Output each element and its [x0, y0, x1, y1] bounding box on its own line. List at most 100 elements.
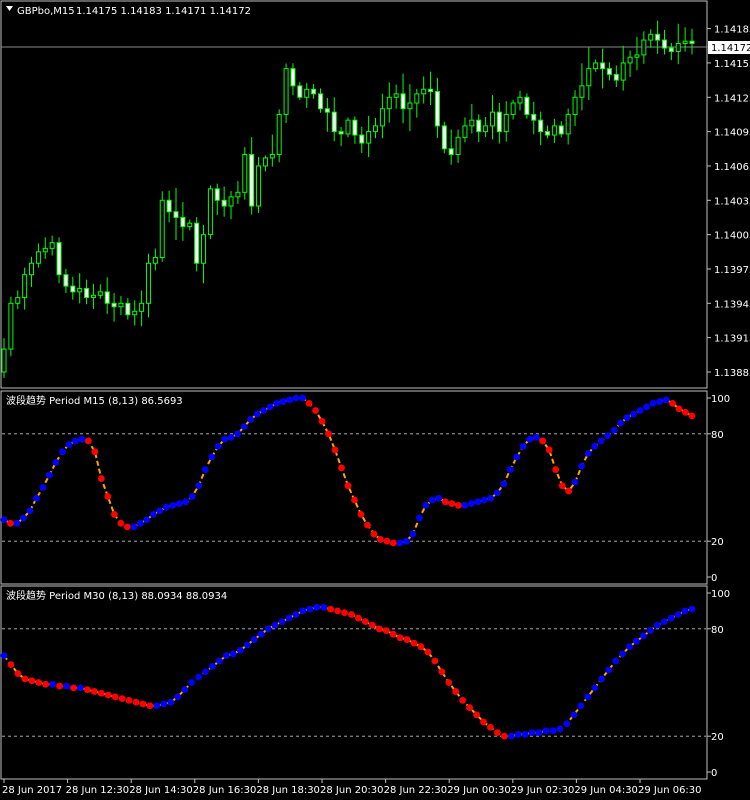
indicator-dot-up: [143, 516, 151, 524]
price-axis: 1.14185 1.14155 1.14125 1.14095 1.14065 1.140…: [707, 25, 750, 379]
candle-body-bull: [386, 96, 392, 110]
candle: [132, 300, 138, 326]
indicator-dot-up: [286, 396, 293, 404]
indicator-dot-up: [279, 398, 287, 405]
indicator-dot-down: [97, 689, 105, 697]
indicator-dot-down: [487, 723, 494, 731]
candle: [558, 121, 564, 138]
indicator-dot-up: [240, 423, 248, 431]
candle: [304, 82, 310, 108]
candle: [428, 71, 434, 105]
indicator-dot-up: [222, 652, 230, 660]
candle-body-bear: [668, 47, 674, 52]
indicator-dot-down: [42, 680, 50, 688]
indicator-dot-down: [682, 408, 689, 416]
candle-body-bull: [269, 154, 275, 159]
candle: [489, 95, 495, 140]
indicator-dot-up: [188, 493, 196, 500]
indicator-dot-up: [519, 442, 527, 450]
candle-body-bear: [331, 111, 337, 133]
candle: [593, 59, 599, 72]
indicator-dot-down: [351, 496, 358, 504]
indicator-dot-up: [195, 482, 203, 490]
indicator-dot-down: [104, 493, 112, 500]
candle: [359, 126, 365, 154]
candle: [400, 73, 406, 124]
indicator-dot-up: [563, 720, 571, 728]
candle: [524, 93, 530, 119]
candle-body-bull: [586, 68, 592, 87]
indicator-dot-up: [461, 502, 469, 509]
indicator-dot-up: [167, 698, 175, 706]
indicator-panel-m15[interactable]: 100 80 20 0 波段趋势 Period M15 (8,13) 86.5693: [0, 390, 730, 585]
indicator-dot-up: [216, 657, 223, 665]
time-tick-label: 29 Jun 04:30: [574, 785, 638, 796]
candle: [476, 114, 482, 143]
ohlc-readout: 1.14175 1.14183 1.14171 1.14172: [76, 6, 251, 17]
candle-body-bull: [118, 302, 124, 308]
indicator-dot-down: [396, 634, 404, 642]
indicator-dot-up: [528, 729, 536, 737]
price-tick-label: 1.14005: [714, 231, 750, 242]
indicator-dot-up: [229, 650, 237, 658]
candle: [145, 253, 151, 318]
candle: [682, 27, 688, 52]
indicator-dot-up: [633, 637, 640, 645]
indicator-dot-up: [65, 441, 73, 448]
candle: [290, 63, 296, 96]
candle: [538, 111, 544, 146]
candle: [510, 99, 516, 120]
candle-body-bull: [366, 131, 372, 144]
candle: [262, 155, 268, 172]
candle-body-bear: [400, 93, 406, 110]
indicator-dot-up: [500, 480, 508, 488]
candle: [235, 181, 241, 205]
price-tick-label: 1.13945: [714, 299, 750, 310]
indicator-dot-down: [389, 630, 397, 638]
candle: [545, 125, 551, 139]
indicator-dot-down: [382, 627, 390, 634]
candle: [469, 103, 475, 134]
indicator-panel-m15-frame: [0, 390, 708, 585]
indicator-panel-m30[interactable]: 100 80 20 0 波段趋势 Period M30 (8,13) 88.0934 …: [0, 585, 730, 780]
indicator-dot-up: [556, 725, 564, 733]
candle-body-bull: [641, 39, 647, 56]
indicator-dot-up: [409, 530, 417, 538]
dropdown-triangle-icon[interactable]: [6, 6, 13, 11]
candle-body-bull: [262, 157, 268, 167]
candle-body-bear: [63, 274, 69, 287]
price-tick-label: 1.14185: [714, 25, 750, 36]
indicator-dot-down: [28, 677, 36, 685]
candle-body-bear: [173, 211, 179, 218]
price-tick-label: 1.13915: [714, 334, 750, 345]
indicator-dot-down: [125, 697, 133, 704]
candle: [228, 191, 234, 220]
candle-body-bull: [242, 154, 248, 193]
indicator-m15-title: 波段趋势 Period M15 (8,13) 86.5693: [6, 394, 183, 407]
candle: [345, 117, 351, 138]
indicator-dot-down: [669, 399, 676, 407]
indicator-dot-up: [681, 607, 689, 615]
candle-body-bear: [111, 302, 117, 308]
indicator-dot-up: [63, 682, 70, 690]
candle: [531, 101, 537, 135]
indicator-dot-down: [117, 519, 125, 527]
candle-body-bull: [97, 291, 103, 296]
candle-body-bear: [613, 73, 619, 81]
indicator-dot-up: [604, 432, 612, 439]
indicator-dot-up: [13, 519, 21, 527]
price-panel[interactable]: GBPbo,M15 1.14175 1.14183 1.14171 1.1417…: [0, 0, 750, 389]
candle-body-bear: [434, 91, 440, 127]
time-tick-label: 28 Jun 18:30: [256, 785, 320, 796]
indicator-dot-up: [612, 657, 619, 665]
candle-body-bull: [22, 274, 28, 299]
candle: [97, 284, 103, 299]
candle-body-bull: [489, 111, 495, 127]
indicator-dot-up: [474, 498, 482, 506]
indicator-dot-up: [320, 603, 328, 611]
candle-body-bear: [600, 62, 606, 70]
candle-body-bull: [256, 165, 262, 207]
indicator-dot-up: [247, 416, 255, 423]
indicator-dot-up: [617, 419, 625, 427]
indicator-dot-down: [91, 448, 99, 456]
